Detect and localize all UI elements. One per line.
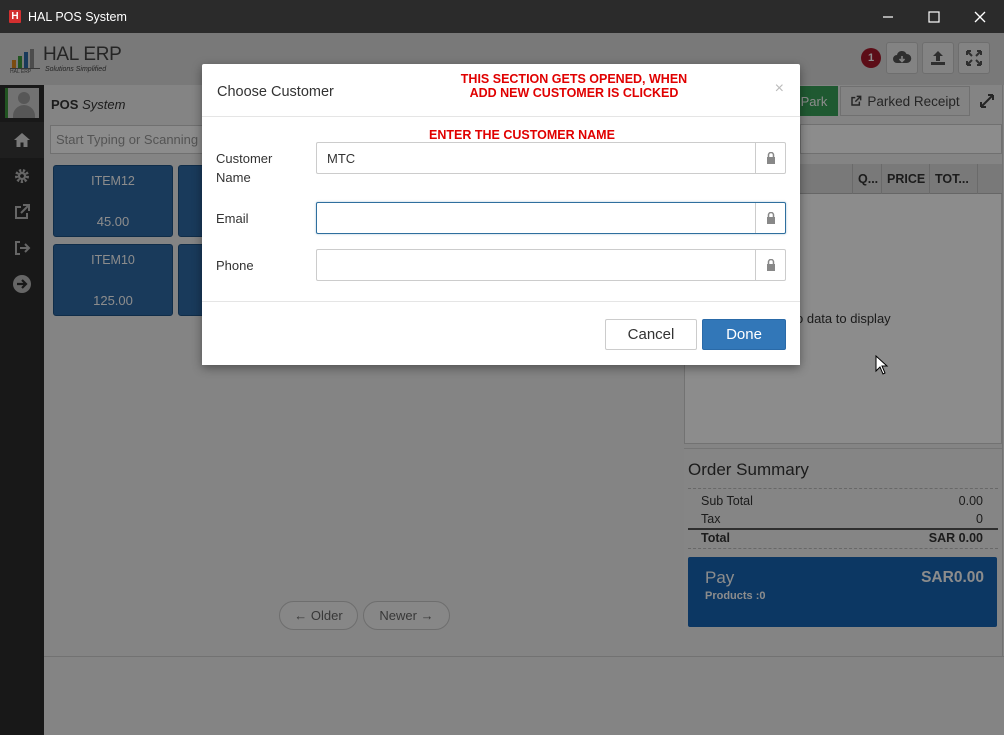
mouse-cursor-icon: [875, 355, 889, 375]
lock-icon: [755, 250, 785, 280]
phone-label: Phone: [216, 258, 254, 273]
lock-icon: [755, 203, 785, 233]
choose-customer-dialog: Choose Customer × THIS SECTION GETS OPEN…: [202, 64, 800, 365]
close-icon: [974, 11, 986, 22]
customer-name-input[interactable]: MTC: [316, 142, 786, 174]
phone-input[interactable]: [316, 249, 786, 281]
done-button[interactable]: Done: [702, 319, 786, 350]
close-button[interactable]: [957, 0, 1003, 33]
customer-name-label: Customer Name: [216, 151, 273, 185]
maximize-icon: [928, 10, 940, 23]
cancel-button[interactable]: Cancel: [605, 319, 697, 350]
window-titlebar: H HAL POS System: [0, 0, 1004, 33]
dialog-footer: Cancel Done: [202, 301, 800, 365]
window-title: HAL POS System: [28, 9, 127, 24]
email-input[interactable]: [316, 202, 786, 234]
maximize-button[interactable]: [911, 0, 957, 33]
dialog-title: Choose Customer: [217, 84, 334, 100]
annotation-note: ENTER THE CUSTOMER NAME: [429, 128, 615, 142]
app-logo-icon: H: [9, 10, 21, 23]
minimize-button[interactable]: [865, 0, 911, 33]
minimize-icon: [883, 15, 893, 18]
email-label: Email: [216, 211, 249, 226]
lock-icon: [755, 143, 785, 173]
annotation-note: THIS SECTION GETS OPENED, WHEN ADD NEW C…: [460, 72, 688, 100]
dialog-close-button[interactable]: ×: [775, 80, 784, 98]
